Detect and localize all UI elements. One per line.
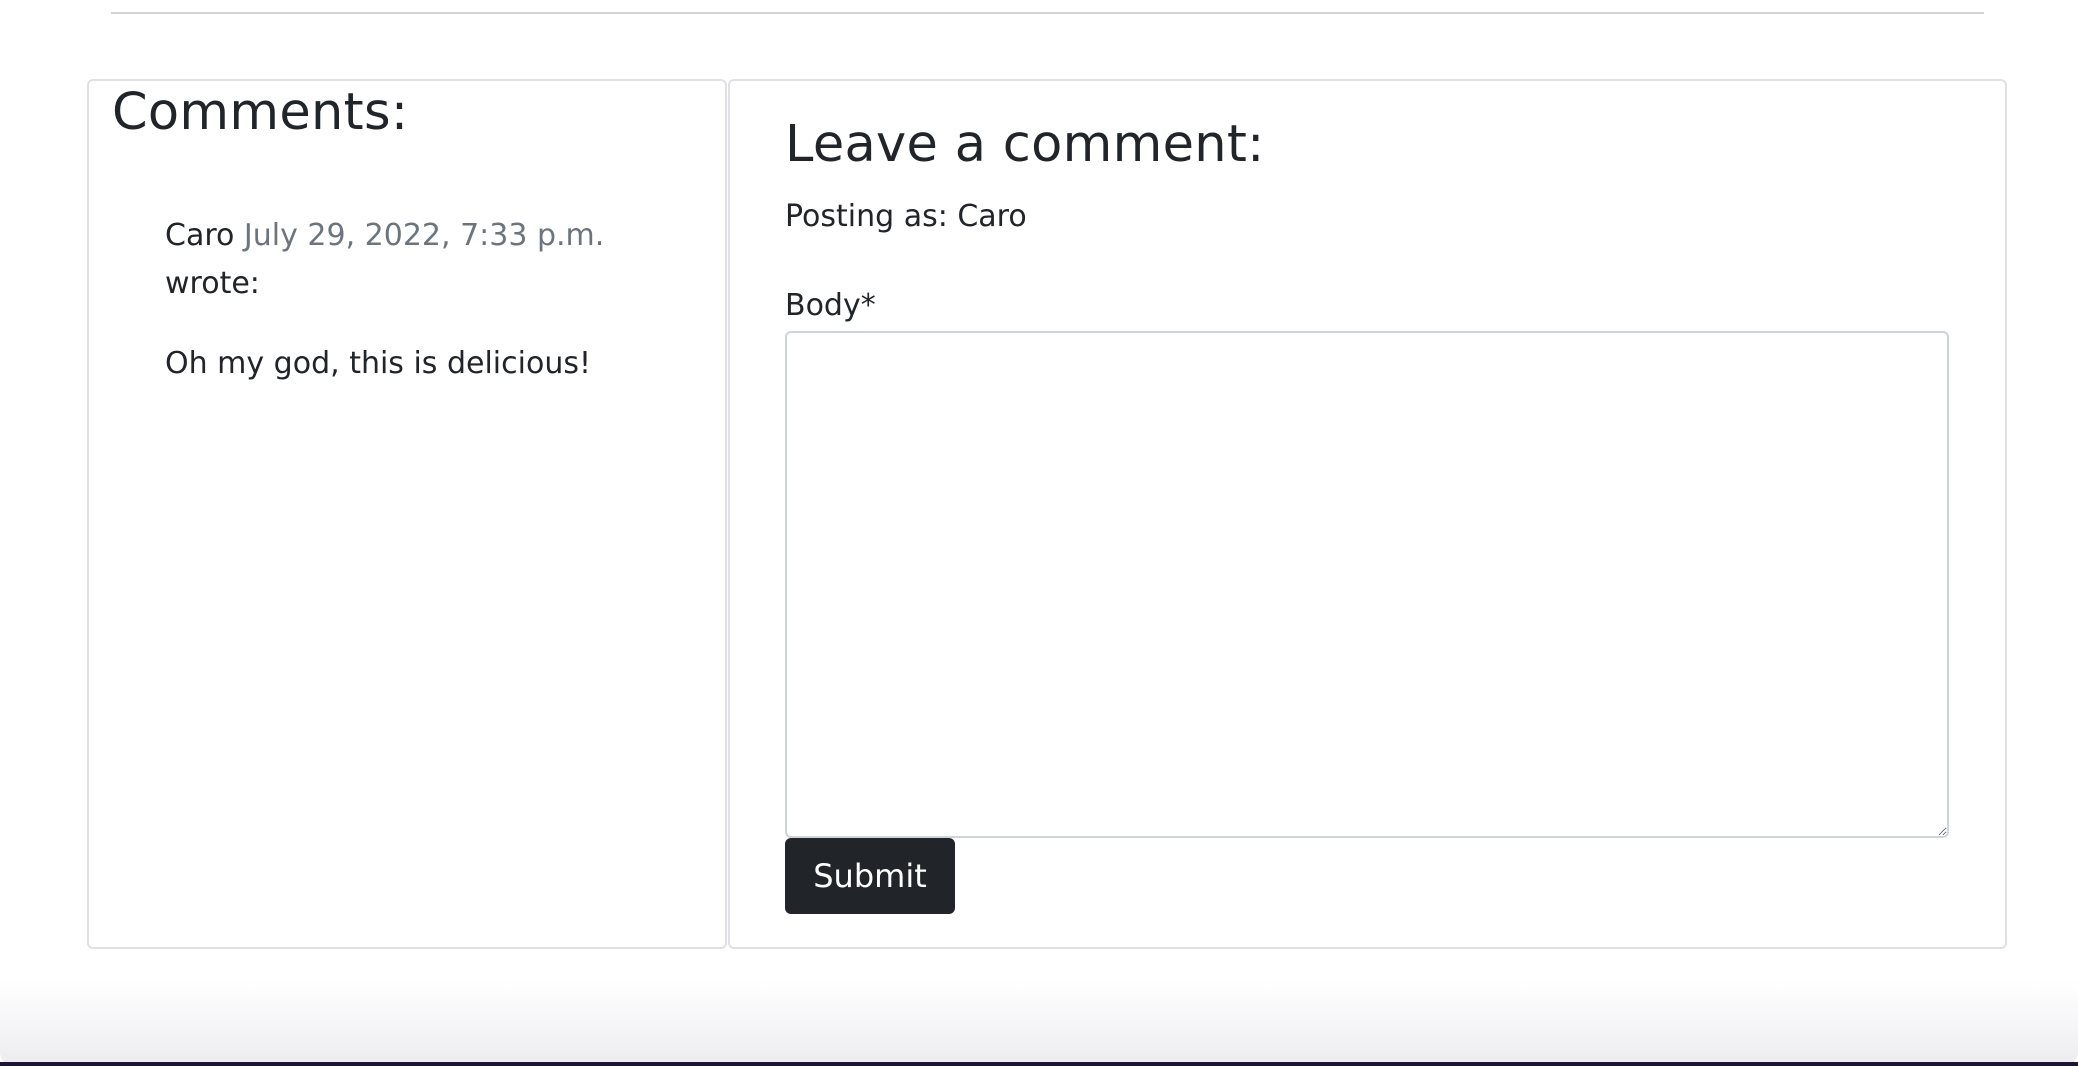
posting-as-text: Posting as: Caro xyxy=(785,199,1027,234)
desktop-background-strip xyxy=(0,1062,2078,1066)
comment-form-title: Leave a comment: xyxy=(785,115,1265,174)
submit-button[interactable]: Submit xyxy=(785,838,955,914)
comment-date: July 29, 2022, 7:33 p.m. xyxy=(243,218,605,253)
comment-meta: Caro July 29, 2022, 7:33 p.m. wrote: xyxy=(165,212,635,308)
comments-card xyxy=(87,79,727,949)
comment-wrote-label: wrote: xyxy=(165,266,260,301)
body-field-label: Body* xyxy=(785,288,876,323)
comment-body: Oh my god, this is delicious! xyxy=(165,346,591,381)
window-bottom-edge xyxy=(0,980,2078,1066)
top-divider xyxy=(111,12,1984,14)
body-textarea[interactable] xyxy=(785,331,1949,838)
comment-author: Caro xyxy=(165,218,235,253)
comments-title: Comments: xyxy=(112,83,409,142)
